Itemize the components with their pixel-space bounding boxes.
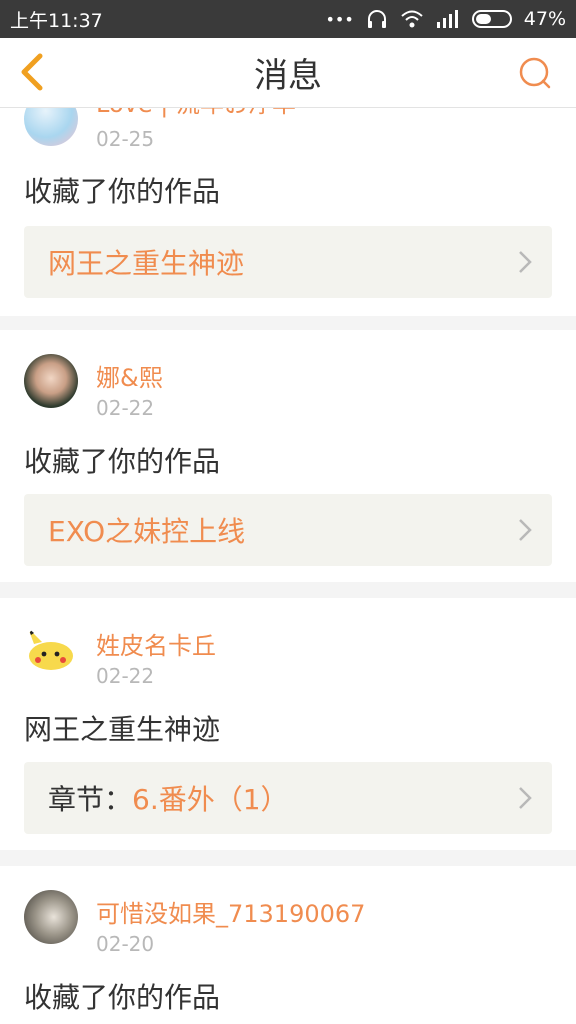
wifi-icon [401,10,423,28]
link-title: 网王之重生神迹 [48,247,245,280]
avatar[interactable] [24,890,78,944]
user-name[interactable]: Love | 流年お浮华 [96,108,296,119]
message-date: 02-22 [96,396,155,420]
chevron-right-icon [519,251,532,273]
status-icons: ••• 47% [325,8,566,30]
message-date: 02-20 [96,932,155,956]
chevron-left-icon[interactable] [14,52,54,92]
battery-level [475,14,491,24]
status-bar: 上午11:37 ••• 47% [0,0,576,38]
message-card: Love | 流年お浮华 02-25 收藏了你的作品 网王之重生神迹 [0,108,576,316]
work-link[interactable]: 网王之重生神迹 [24,226,552,298]
page-title: 消息 [254,56,322,96]
avatar[interactable] [24,108,78,146]
message-action: 收藏了你的作品 [24,981,221,1014]
user-name[interactable]: 可惜没如果_713190067 [96,894,365,929]
user-name[interactable]: 娜&熙 [96,358,163,393]
link-prefix: 章节： [48,783,133,816]
avatar[interactable] [24,622,78,676]
top-bar: 消息 [0,38,576,108]
message-action: 网王之重生神迹 [24,713,221,746]
message-date: 02-25 [96,127,155,151]
battery-percent: 47% [523,8,566,30]
more-dots-icon: ••• [325,9,354,29]
search-icon[interactable] [516,54,556,94]
headphones-icon [367,10,386,28]
signal-icon [436,10,458,28]
message-action: 收藏了你的作品 [24,445,221,478]
chevron-right-icon [519,787,532,809]
chapter-link[interactable]: 章节： 6.番外（1） [24,762,552,834]
message-date: 02-22 [96,664,155,688]
status-time: 上午11:37 [10,9,103,32]
message-card: 娜&熙 02-22 收藏了你的作品 EXO之妹控上线 [0,330,576,582]
avatar[interactable] [24,354,78,408]
pikachu-avatar-icon [28,628,73,670]
battery-icon [471,10,512,28]
message-card: 姓皮名卡丘 02-22 网王之重生神迹 章节： 6.番外（1） [0,598,576,850]
chevron-right-icon [519,519,532,541]
user-name[interactable]: 姓皮名卡丘 [96,626,216,661]
link-title: 6.番外（1） [132,783,289,816]
message-list[interactable]: Love | 流年お浮华 02-25 收藏了你的作品 网王之重生神迹 娜&熙 0… [0,108,576,1024]
message-card: 可惜没如果_713190067 02-20 收藏了你的作品 [0,866,576,1024]
work-link[interactable]: EXO之妹控上线 [24,494,552,566]
link-title: EXO之妹控上线 [48,515,246,548]
message-action: 收藏了你的作品 [24,175,221,208]
